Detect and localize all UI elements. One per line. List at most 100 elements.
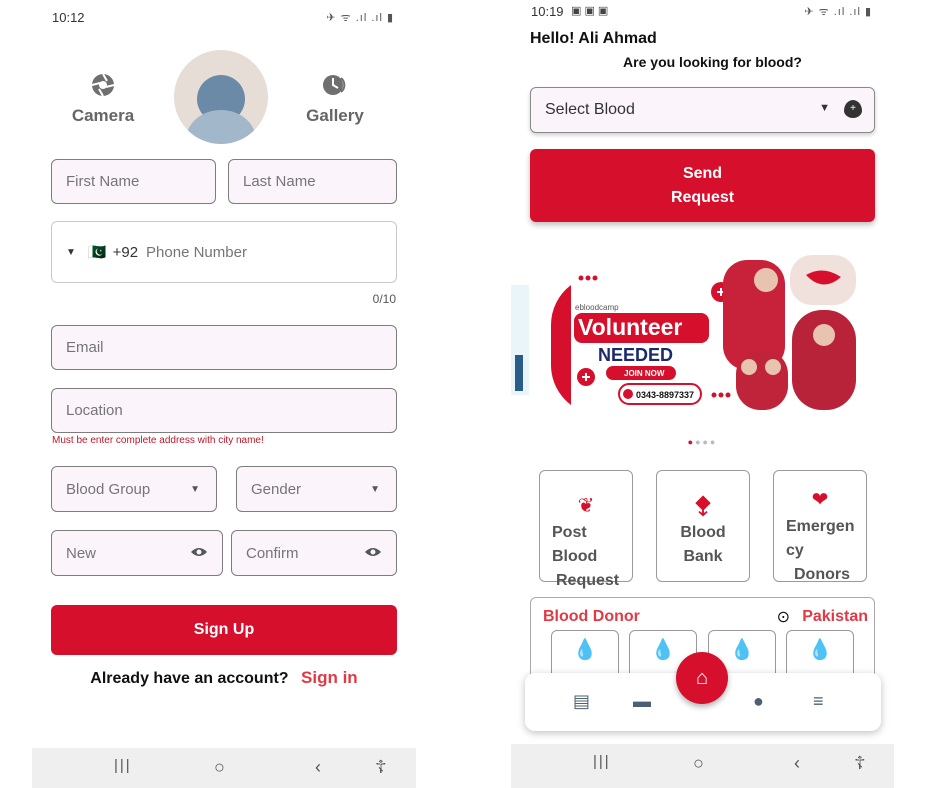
last-name-placeholder: Last Name — [243, 173, 316, 190]
volunteer-banner[interactable]: ebloodcamp Volunteer NEEDED JOIN NOW 034… — [511, 255, 894, 415]
blood-group-select[interactable]: Blood Group ▼ — [51, 466, 217, 512]
location-pin-icon: ⊙ — [776, 609, 790, 626]
gender-select[interactable]: Gender ▼ — [236, 466, 397, 512]
banner-artwork: ebloodcamp Volunteer NEEDED JOIN NOW 034… — [511, 255, 856, 410]
card-bank-line2: Bank — [683, 548, 723, 565]
banner-phone: 0343-8897337 — [636, 390, 694, 400]
banner-brand: ebloodcamp — [575, 303, 619, 312]
card-emergency-line3: Donors — [794, 566, 850, 583]
email-input[interactable]: Email — [51, 325, 397, 370]
home-icon[interactable]: ⌂ — [676, 652, 728, 704]
blood-bank-card[interactable]: ⧪ Blood Bank — [656, 470, 750, 582]
recent-apps-icon[interactable]: ||| — [114, 757, 132, 774]
accessibility-icon[interactable]: ☦ — [375, 757, 387, 778]
select-blood-dropdown[interactable]: Select Blood ▼ + — [530, 87, 875, 133]
gender-label: Gender — [251, 480, 302, 498]
blood-heart-icon: ❤ — [811, 489, 829, 511]
system-nav-bar: ||| ○ ‹ ☦ — [511, 744, 894, 788]
banner-cta: JOIN NOW — [624, 369, 665, 378]
card-post-line3: Request — [556, 572, 620, 589]
banner-subhead: NEEDED — [598, 345, 673, 365]
card-post-line1: Post — [552, 524, 587, 541]
last-name-input[interactable]: Last Name — [228, 159, 397, 204]
signup-screen: 10:12 ✈ ᯤ .ıl .ıl ▮ Camera Gallery First… — [32, 0, 416, 788]
chevron-down-icon: ▼ — [819, 102, 830, 114]
card-post-line2: Blood — [552, 548, 598, 565]
new-password-placeholder: New — [66, 544, 97, 562]
blood-drop-icon: 💧 — [650, 639, 676, 661]
phone-placeholder: Phone Number — [146, 243, 247, 261]
status-time: 10:19 — [531, 4, 564, 19]
status-bar: 10:19 ▣ ▣ ▣ ✈ ᯤ .ıl .ıl ▮ — [511, 0, 894, 22]
confirm-password-input[interactable]: Confirm — [231, 530, 397, 576]
recent-apps-icon[interactable]: ||| — [593, 753, 611, 770]
home-circle-icon[interactable]: ○ — [693, 753, 704, 774]
camera-button[interactable]: Camera — [58, 72, 148, 126]
chat-icon[interactable]: ▬ — [633, 691, 651, 712]
donor-country[interactable]: Pakistan — [802, 608, 868, 626]
back-icon[interactable]: ‹ — [315, 757, 321, 778]
chevron-down-icon: ▼ — [190, 483, 200, 495]
phone-field[interactable]: ▼ 🇵🇰 +92 Phone Number — [51, 221, 397, 283]
notification-icons: ▣ ▣ ▣ — [571, 5, 609, 17]
phone-counter: 0/10 — [372, 292, 396, 306]
country-dropdown-icon[interactable]: ▼ — [66, 247, 76, 258]
eye-icon[interactable] — [364, 546, 382, 561]
question-text: Are you looking for blood? — [623, 54, 802, 70]
document-icon[interactable]: ▤ — [573, 691, 590, 712]
hands-blood-icon: ❦ — [577, 495, 595, 517]
already-account-text: Already have an account? — [90, 670, 289, 687]
blood-drop-icon: + — [844, 100, 862, 118]
system-nav-bar: ||| ○ ‹ ☦ — [32, 748, 416, 788]
blood-bag-icon: ⧪ — [695, 493, 711, 515]
sign-up-button[interactable]: Sign Up — [51, 605, 397, 655]
card-emergency-line2: cy — [786, 542, 804, 559]
blood-drop-icon: 💧 — [807, 639, 833, 661]
email-placeholder: Email — [66, 339, 104, 356]
avatar-body — [186, 110, 256, 144]
gallery-icon — [290, 72, 380, 106]
sign-in-link[interactable]: Sign in — [301, 668, 358, 687]
new-password-input[interactable]: New — [51, 530, 223, 576]
first-name-placeholder: First Name — [66, 173, 140, 190]
blood-donor-title: Blood Donor — [543, 608, 640, 625]
post-blood-request-card[interactable]: ❦ Post Blood Request — [539, 470, 633, 589]
pakistan-flag-icon: 🇵🇰 — [87, 244, 107, 261]
card-bank-line1: Blood — [680, 524, 726, 541]
gallery-button[interactable]: Gallery — [290, 72, 380, 126]
blood-drop-icon: 💧 — [729, 639, 755, 661]
send-request-button[interactable]: Send Request — [530, 149, 875, 222]
profile-icon[interactable]: ● — [753, 691, 764, 712]
status-time: 10:12 — [52, 10, 85, 25]
gallery-label: Gallery — [306, 106, 364, 125]
banner-headline: Volunteer — [578, 314, 682, 340]
status-icons: ✈ ᯤ .ıl .ıl ▮ — [326, 12, 394, 24]
accessibility-icon[interactable]: ☦ — [854, 753, 866, 774]
back-icon[interactable]: ‹ — [794, 753, 800, 774]
home-screen: 10:19 ▣ ▣ ▣ ✈ ᯤ .ıl .ıl ▮ Hello! Ali Ahm… — [511, 0, 894, 788]
camera-shutter-icon — [58, 72, 148, 106]
camera-label: Camera — [71, 106, 135, 125]
send-request-line2: Request — [670, 188, 735, 206]
carousel-indicator: ●●●● — [687, 437, 718, 447]
location-placeholder: Location — [66, 402, 123, 419]
home-circle-icon[interactable]: ○ — [214, 757, 225, 778]
profile-avatar[interactable] — [174, 50, 268, 144]
select-blood-label: Select Blood — [545, 101, 635, 118]
location-helper-text: Must be enter complete address with city… — [52, 435, 264, 446]
status-bar: 10:12 ✈ ᯤ .ıl .ıl ▮ — [32, 6, 416, 28]
menu-icon[interactable]: ≡ — [813, 691, 824, 712]
chevron-down-icon: ▼ — [370, 483, 380, 495]
location-input[interactable]: Location — [51, 388, 397, 433]
signin-row: Already have an account? Sign in — [32, 668, 416, 688]
emergency-donors-card[interactable]: ❤ Emergen cy Donors — [773, 470, 867, 583]
send-request-line1: Send — [682, 164, 723, 182]
first-name-input[interactable]: First Name — [51, 159, 216, 204]
status-icons: ✈ ᯤ .ıl .ıl ▮ — [804, 6, 872, 18]
sign-up-label: Sign Up — [193, 621, 255, 638]
country-code: +92 — [112, 243, 139, 261]
eye-icon[interactable] — [190, 546, 208, 561]
confirm-password-placeholder: Confirm — [246, 544, 299, 562]
card-emergency-line1: Emergen — [786, 518, 855, 535]
blood-drop-icon: 💧 — [572, 639, 598, 661]
